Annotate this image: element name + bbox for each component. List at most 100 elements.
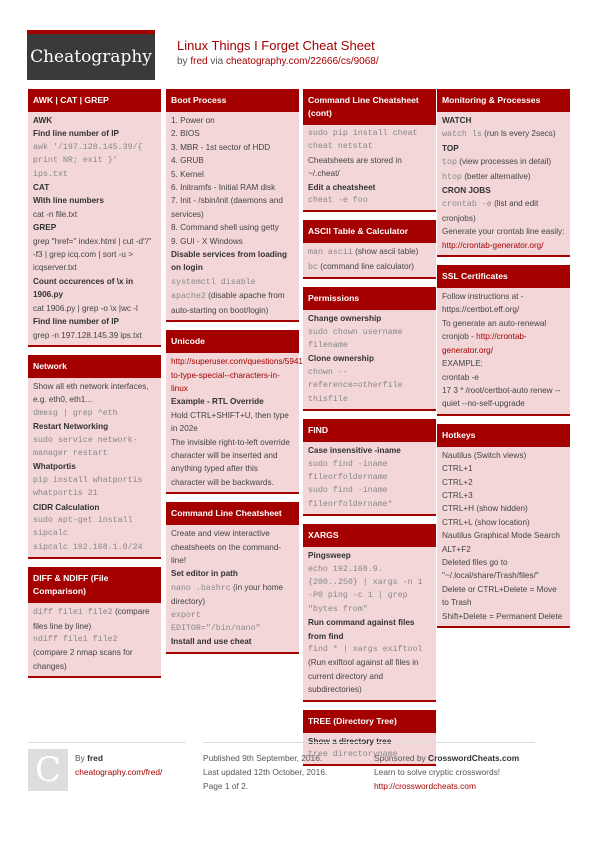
code-line: awk '/197.128.145.39/{ print NR; exit }'… <box>33 142 143 179</box>
subheading: Clone ownership <box>308 354 374 364</box>
text-line: 3. MBR - 1st sector of HDD <box>171 142 271 152</box>
footer-dates: Published 9th September, 2016. Last upda… <box>203 742 363 793</box>
text-line: The invisible right-to-left override cha… <box>171 437 290 487</box>
subheading: Run command against files from find <box>308 618 415 641</box>
code-with-note: htop (better alternative) <box>442 170 565 184</box>
block-header: Permissions <box>303 287 436 311</box>
code-snippet: man ascii <box>308 248 353 258</box>
text-line: Shift+Delete = Permanent Delete <box>442 611 563 621</box>
subheading: CRON JOBS <box>442 186 491 196</box>
text-line: CTRL+H (show hidden) <box>442 504 528 514</box>
block-body: Create and view interactive cheatsheets … <box>166 525 299 652</box>
cheatography-logo[interactable]: Cheatography <box>27 30 155 80</box>
page-number: Page 1 of 2. <box>203 781 249 791</box>
text-line: cat 1906.py | grep -o \x |wc -l <box>33 303 138 313</box>
block-awk-cat-grep: AWK | CAT | GREP AWK Find line number of I… <box>28 89 161 347</box>
text-line: 9. GUI - X Windows <box>171 236 243 246</box>
text-line: crontab -e <box>442 372 479 382</box>
text-line: ALT+F2 <box>442 544 471 554</box>
author-profile-link[interactable]: cheatography.com/fred/ <box>75 765 186 779</box>
subheading: CIDR Calculation <box>33 502 100 512</box>
avatar[interactable]: C <box>28 749 68 791</box>
block-header: Boot Process <box>166 89 299 112</box>
block-boot-process: Boot Process 1. Power on 2. BIOS 3. MBR - 1… <box>166 89 299 323</box>
text-line: Nautilus Graphical Mode Search <box>442 531 560 541</box>
block-header: ASCII Table & Calculator <box>303 220 436 244</box>
text-line: Hold CTRL+SHIFT+U, then type in 202e <box>171 410 289 434</box>
by-label: By <box>75 753 85 763</box>
subheading: Disable services from loading on login <box>171 250 288 273</box>
block-body: diff file1 file2 (compare files line by … <box>28 603 161 676</box>
text-line: 6. Initramfs - Initial RAM disk <box>171 183 276 193</box>
subheading: GREP <box>33 223 57 233</box>
block-permissions: Permissions Change ownership sudo chown us… <box>303 287 436 412</box>
block-xargs: XARGS Pingsweep echo 192.168.9.{200..250} … <box>303 524 436 702</box>
block-header: XARGS <box>303 524 436 548</box>
block-body: Case insensitive -iname sudo find -iname … <box>303 442 436 514</box>
updated-date: Last updated 12th October, 2016. <box>203 767 328 777</box>
footer-author: C By fred cheatography.com/fred/ <box>28 742 186 791</box>
code-line: sudo pip install cheat <box>308 129 418 138</box>
text-line: 7. Init - /sbin/init (daemons and servic… <box>171 196 283 219</box>
block-body: Show all eth network interfaces, e.g. et… <box>28 378 161 557</box>
subheading: Whatportis <box>33 462 76 472</box>
code-snippet: top <box>442 158 457 168</box>
code-with-note: nano .bashrc (in your home directory) <box>171 581 294 609</box>
text-line: (compare 2 nmap scans for changes) <box>33 648 133 671</box>
text-line: Follow instructions at - https://certbot… <box>442 292 524 315</box>
subheading: TOP <box>442 143 459 153</box>
code-line: chown --reference=otherfile thisfile <box>308 367 403 404</box>
text-with-link: To generate an auto-renewal cronjob - ht… <box>442 317 565 357</box>
note-text: (command line calculator) <box>317 261 414 271</box>
subheading: Edit a cheatsheet <box>308 182 376 192</box>
link[interactable]: http://crontab-generator.org/ <box>442 239 565 252</box>
block-body: sudo pip install cheat cheat netstat Cheat… <box>303 125 436 210</box>
block-header: FIND <box>303 419 436 443</box>
block-diff-ndiff: DIFF & NDIFF (File Comparison) diff file1… <box>28 567 161 679</box>
link[interactable]: http://superuser.com/questions/59418/how… <box>171 355 328 395</box>
block-body: 1. Power on 2. BIOS 3. MBR - 1st sector of… <box>166 112 299 320</box>
block-network: Network Show all eth network interfaces, … <box>28 354 161 560</box>
code-snippet: nano .bashrc <box>171 583 231 593</box>
code-snippet: diff file1 file2 <box>33 608 113 618</box>
block-command-line-cheatsheet: Command Line Cheatsheet Create and view i… <box>166 502 299 654</box>
code-line: cheat -e foo <box>308 196 368 206</box>
code-line: sudo find -iname fileorfoldername* <box>308 486 393 509</box>
code-line: pip install whatportis <box>33 475 143 485</box>
text-line: grep "href=" index.html | cut -d"/" -f3 … <box>33 236 152 273</box>
subheading: Restart Networking <box>33 422 109 432</box>
block-header: TREE (Directory Tree) <box>303 709 436 733</box>
by-label: by <box>177 56 188 67</box>
block-command-line-cheatsheet-cont: Command Line Cheatsheet (cont) sudo pip i… <box>303 89 436 213</box>
sponsor-tagline: Learn to solve cryptic crosswords! <box>374 767 501 777</box>
subheading: Change ownership <box>308 314 382 324</box>
block-header: Network <box>28 354 161 378</box>
text-line: EXAMPLE: <box>442 359 483 369</box>
sheet-url-link[interactable]: cheatography.com/22666/cs/9068/ <box>226 56 379 67</box>
block-header: Command Line Cheatsheet (cont) <box>303 89 436 125</box>
subheading: Find line number of IP <box>33 129 119 139</box>
block-body: Change ownership sudo chown username file… <box>303 310 436 409</box>
note-text: (run ls every 2secs) <box>481 129 556 139</box>
block-monitoring: Monitoring & Processes WATCH watch ls (run… <box>437 89 570 258</box>
footer-author-name[interactable]: fred <box>87 753 103 763</box>
author-link[interactable]: fred <box>190 56 207 67</box>
block-header: DIFF & NDIFF (File Comparison) <box>28 567 161 604</box>
text-line: Show all eth network interfaces, e.g. et… <box>33 381 149 405</box>
block-hotkeys: Hotkeys Nautilus (Switch views) CTRL+1 CTRL… <box>437 423 570 628</box>
block-body: Pingsweep echo 192.168.9.{200..250} | xar… <box>303 547 436 699</box>
code-line: cheat netstat <box>308 142 373 152</box>
block-body: AWK Find line number of IP awk '/197.128.1… <box>28 112 161 345</box>
note-text: (show ascii table) <box>352 247 419 257</box>
subheading: Set editor in path <box>171 569 238 579</box>
block-body: WATCH watch ls (run ls every 2secs) TOP top… <box>437 112 570 255</box>
block-header: AWK | CAT | GREP <box>28 89 161 112</box>
sponsor-link[interactable]: http://crosswordcheats.com <box>374 779 535 793</box>
subheading: WATCH <box>442 116 472 125</box>
footer-sponsor: Sponsored by CrosswordCheats.com Learn t… <box>374 742 535 793</box>
block-header: Hotkeys <box>437 423 570 447</box>
subheading: CAT <box>33 183 50 193</box>
note-text: (view processes in detail) <box>456 157 552 167</box>
block-ascii: ASCII Table & Calculator man ascii (show … <box>303 220 436 280</box>
text-line: 17 3 * /root/certbot-auto renew --quiet … <box>442 385 561 409</box>
